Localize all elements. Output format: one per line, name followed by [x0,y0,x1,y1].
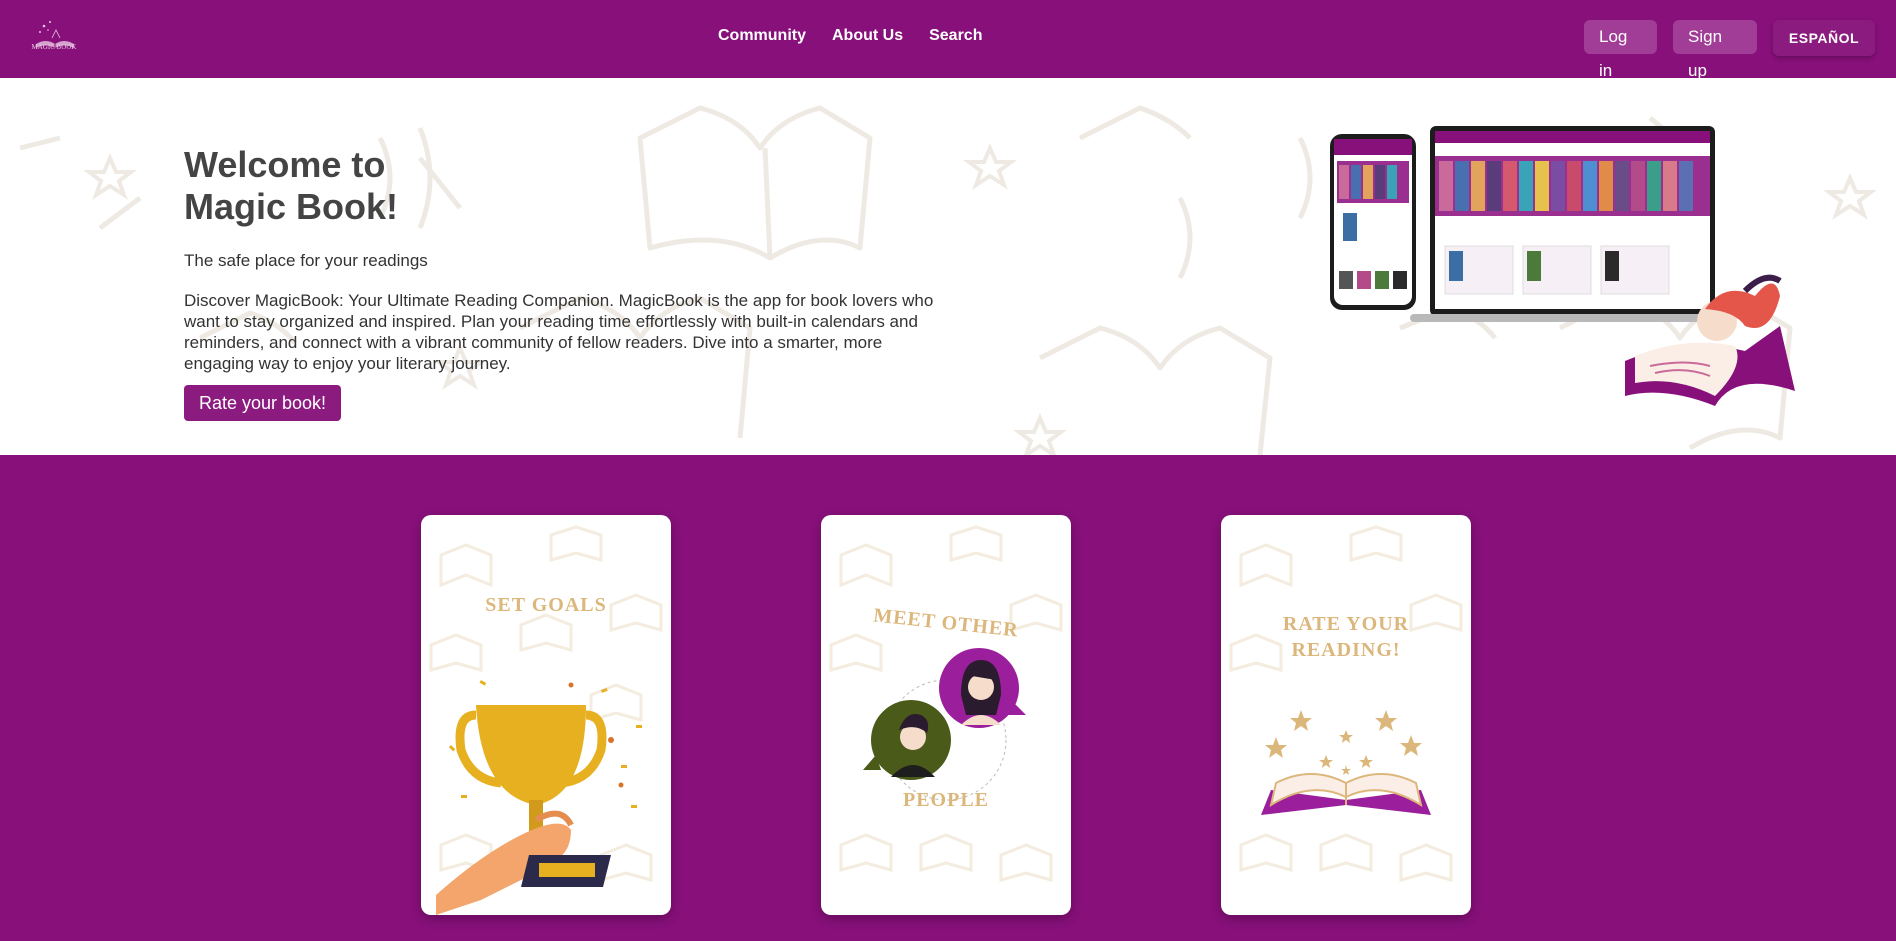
feature-card-set-goals[interactable]: SET GOALS [421,515,671,915]
feature-card-rate-your-reading[interactable]: RATE YOUR READING! [1221,515,1471,915]
people-chat-icon [863,648,1026,801]
language-toggle-button[interactable]: ESPAÑOL [1773,20,1875,56]
signup-button[interactable]: Sign up [1673,20,1757,80]
hero-description: Discover MagicBook: Your Ultimate Readin… [184,291,934,373]
hero-title: Welcome to Magic Book! [184,144,398,228]
hero-title-line2: Magic Book! [184,186,399,227]
rate-your-book-button[interactable]: Rate your book! [184,385,341,421]
app-devices-illustration [1330,126,1795,406]
magic-book-logo[interactable] [30,18,80,58]
open-book-stars-icon [1261,710,1431,815]
top-navbar: MAGIC BOOK Community About Us Search Log… [0,0,1896,80]
hero-subtitle: The safe place for your readings [184,251,428,270]
nav-link-search[interactable]: Search [929,27,982,45]
nav-link-community[interactable]: Community [718,27,806,45]
feature-card-meet-other-people[interactable]: MEET OTHER PEOPLE [821,515,1071,915]
nav-links: Community About Us Search [718,27,982,45]
card-title-people: PEOPLE [902,789,989,811]
hero-title-line1: Welcome to [184,144,386,185]
logo-text: MAGIC BOOK [31,43,77,51]
hero-section: Welcome to Magic Book! The safe place fo… [0,78,1896,455]
trophy-icon [436,680,642,915]
nav-link-about-us[interactable]: About Us [832,27,903,45]
login-button[interactable]: Log in [1584,20,1657,80]
